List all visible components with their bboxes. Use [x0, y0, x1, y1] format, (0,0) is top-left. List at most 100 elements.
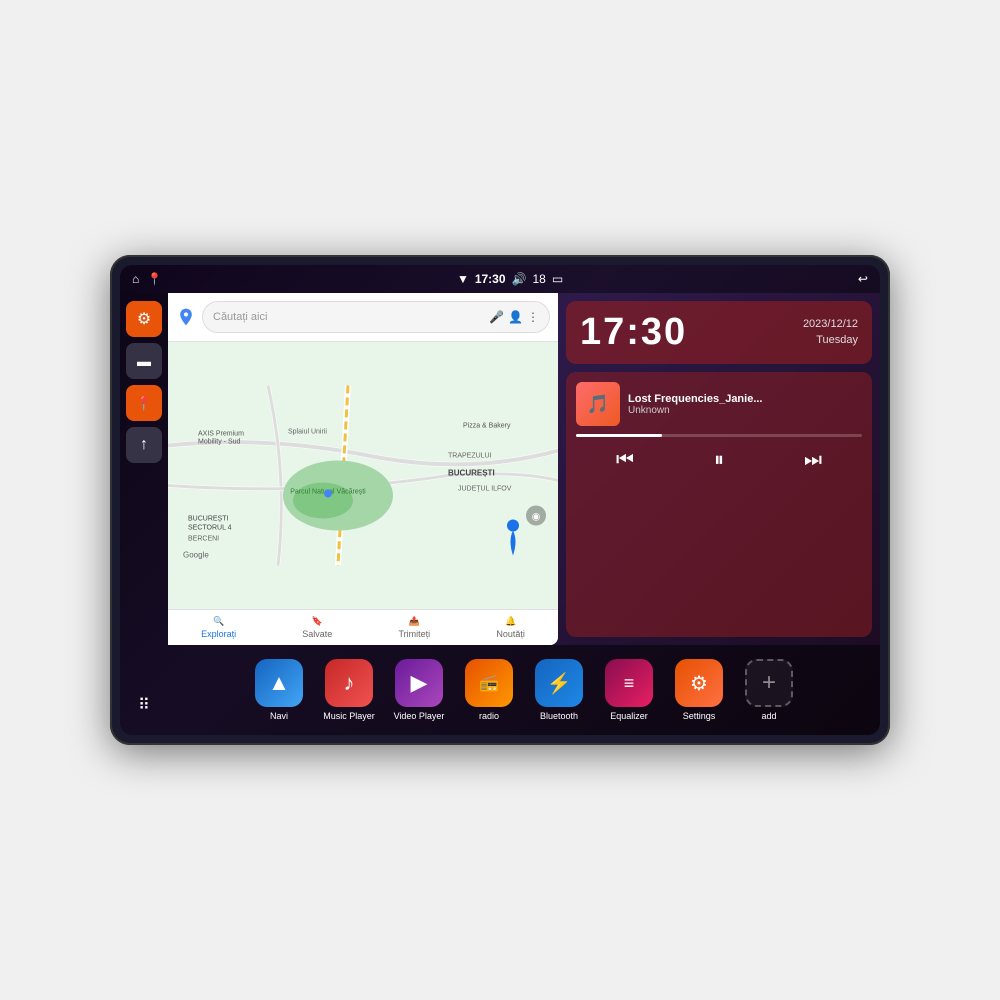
music-controls: ⏮ ⏸ ⏭	[576, 445, 862, 476]
svg-text:BUCUREȘTI: BUCUREȘTI	[448, 469, 495, 478]
explore-label: Explorați	[201, 629, 236, 639]
navi-label: Navi	[270, 711, 288, 721]
date-value: 2023/12/12	[803, 317, 858, 332]
svg-text:BUCUREȘTI: BUCUREȘTI	[188, 516, 229, 523]
bluetooth-icon: ⚡	[535, 659, 583, 707]
device-frame: ⌂ 📍 ▼ 17:30 🔊 18 ▭ ↩ ⚙ ▬	[110, 255, 890, 745]
app-add[interactable]: + add	[739, 659, 799, 721]
maps-view[interactable]: Splaiul Unirii TRAPEZULUI Parcul Natural…	[168, 342, 558, 609]
video-symbol: ▶	[411, 670, 428, 696]
add-label: add	[761, 711, 776, 721]
add-symbol: +	[762, 669, 776, 697]
navi-icon: ▲	[255, 659, 303, 707]
app-navi[interactable]: ▲ Navi	[249, 659, 309, 721]
mic-icon: 🎤	[489, 310, 504, 324]
app-grid-bar: ▲ Navi ♪ Music Player ▶ Vid	[168, 645, 880, 735]
settings-app-icon: ⚙	[675, 659, 723, 707]
next-track-btn[interactable]: ⏭	[794, 445, 832, 476]
updates-icon: 🔔	[505, 616, 516, 627]
pause-btn[interactable]: ⏸	[704, 445, 734, 476]
battery-level: 18	[532, 272, 545, 286]
music-artist: Unknown	[628, 405, 862, 416]
equalizer-icon: ≡	[605, 659, 653, 707]
maps-search-input[interactable]: Căutați aici 🎤 👤 ⋮	[202, 301, 550, 333]
album-art: 🎵	[576, 382, 620, 426]
map-pin-icon: 📍	[135, 395, 152, 412]
music-info-row: 🎵 Lost Frequencies_Janie... Unknown	[576, 382, 862, 426]
more-icon: ⋮	[527, 310, 539, 324]
radio-icon: 📻	[465, 659, 513, 707]
sidebar-nav-btn[interactable]: ↑	[126, 427, 162, 463]
svg-text:Google: Google	[183, 551, 209, 560]
day-value: Tuesday	[803, 333, 858, 348]
app-video-player[interactable]: ▶ Video Player	[389, 659, 449, 721]
video-player-label: Video Player	[394, 711, 445, 721]
app-radio[interactable]: 📻 radio	[459, 659, 519, 721]
clock-widget: 17:30 2023/12/12 Tuesday	[566, 301, 872, 364]
add-icon: +	[745, 659, 793, 707]
center-area: Căutați aici 🎤 👤 ⋮	[168, 293, 880, 735]
maps-explore-btn[interactable]: 🔍 Explorați	[201, 616, 236, 639]
equalizer-label: Equalizer	[610, 711, 648, 721]
sidebar-grid-btn[interactable]: ⠿	[126, 687, 162, 723]
saved-icon: 🔖	[312, 616, 323, 627]
updates-label: Noutăți	[496, 629, 525, 639]
settings-icon: ⚙	[137, 309, 151, 329]
music-symbol: ♪	[344, 670, 355, 696]
music-player-label: Music Player	[323, 711, 375, 721]
sidebar-map-btn[interactable]: 📍	[126, 385, 162, 421]
music-title: Lost Frequencies_Janie...	[628, 393, 862, 405]
svg-text:TRAPEZULUI: TRAPEZULUI	[448, 453, 492, 460]
map-container: Căutați aici 🎤 👤 ⋮	[168, 293, 880, 645]
music-meta: Lost Frequencies_Janie... Unknown	[628, 393, 862, 416]
navi-symbol: ▲	[268, 670, 290, 696]
bluetooth-label: Bluetooth	[540, 711, 578, 721]
svg-text:◉: ◉	[532, 512, 541, 523]
app-settings[interactable]: ⚙ Settings	[669, 659, 729, 721]
radio-symbol: 📻	[479, 673, 499, 693]
map-svg: Splaiul Unirii TRAPEZULUI Parcul Natural…	[168, 342, 558, 609]
sidebar-settings-btn[interactable]: ⚙	[126, 301, 162, 337]
svg-text:BERCENI: BERCENI	[188, 536, 219, 543]
signal-icon: ▼	[457, 272, 469, 286]
status-center: ▼ 17:30 🔊 18 ▭	[457, 272, 563, 286]
saved-label: Salvate	[302, 629, 332, 639]
nav-arrow-icon: ↑	[140, 436, 148, 454]
settings-symbol: ⚙	[690, 671, 708, 696]
status-bar: ⌂ 📍 ▼ 17:30 🔊 18 ▭ ↩	[120, 265, 880, 293]
map-status-icon: 📍	[147, 272, 162, 286]
left-sidebar: ⚙ ▬ 📍 ↑ ⠿	[120, 293, 168, 735]
app-bluetooth[interactable]: ⚡ Bluetooth	[529, 659, 589, 721]
back-icon[interactable]: ↩	[858, 272, 868, 286]
search-placeholder: Căutați aici	[213, 311, 267, 323]
bluetooth-symbol: ⚡	[547, 671, 572, 696]
maps-panel: Căutați aici 🎤 👤 ⋮	[168, 293, 558, 645]
status-time: 17:30	[475, 272, 506, 286]
maps-updates-btn[interactable]: 🔔 Noutăți	[496, 616, 525, 639]
maps-search-bar: Căutați aici 🎤 👤 ⋮	[168, 293, 558, 342]
svg-text:Pizza & Bakery: Pizza & Bakery	[463, 423, 511, 430]
maps-saved-btn[interactable]: 🔖 Salvate	[302, 616, 332, 639]
volume-icon: 🔊	[512, 272, 527, 286]
music-progress-bar[interactable]	[576, 434, 862, 437]
radio-label: radio	[479, 711, 499, 721]
app-music-player[interactable]: ♪ Music Player	[319, 659, 379, 721]
status-left-icons: ⌂ 📍	[132, 272, 162, 286]
music-widget: 🎵 Lost Frequencies_Janie... Unknown	[566, 372, 872, 637]
sidebar-files-btn[interactable]: ▬	[126, 343, 162, 379]
grid-icon: ⠿	[138, 695, 150, 715]
equalizer-symbol: ≡	[624, 673, 635, 694]
contribute-icon: 📤	[409, 616, 420, 627]
svg-text:SECTORUL 4: SECTORUL 4	[188, 525, 232, 532]
video-player-icon: ▶	[395, 659, 443, 707]
app-equalizer[interactable]: ≡ Equalizer	[599, 659, 659, 721]
svg-text:JUDEȚUL ILFOV: JUDEȚUL ILFOV	[458, 486, 512, 493]
music-player-icon: ♪	[325, 659, 373, 707]
settings-label: Settings	[683, 711, 716, 721]
maps-contribute-btn[interactable]: 📤 Trimiteți	[399, 616, 431, 639]
prev-track-btn[interactable]: ⏮	[606, 445, 644, 476]
status-right: ↩	[858, 272, 868, 286]
home-status-icon: ⌂	[132, 272, 139, 286]
main-content: ⚙ ▬ 📍 ↑ ⠿	[120, 293, 880, 735]
contribute-label: Trimiteți	[399, 629, 431, 639]
